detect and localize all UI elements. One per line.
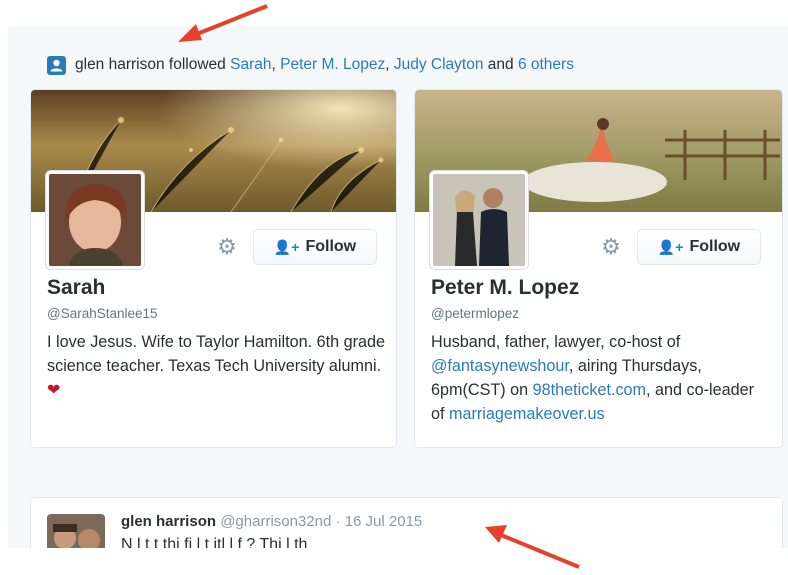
followed-link-sarah[interactable]: Sarah [230, 56, 271, 74]
add-person-icon: 👤+ [657, 238, 684, 255]
tweet-author-name[interactable]: glen harrison [121, 513, 216, 530]
bio-link-marriagemakeover[interactable]: marriagemakeover.us [449, 405, 605, 423]
profile-card-sarah[interactable]: ⚙ 👤+ Follow Sarah @SarahStanlee15 I love … [30, 89, 397, 448]
notice-actor[interactable]: glen harrison [75, 56, 165, 74]
tweet-separator: · [335, 513, 341, 530]
gear-icon[interactable]: ⚙ [215, 235, 239, 259]
follow-button[interactable]: 👤+ Follow [253, 229, 377, 265]
gear-icon[interactable]: ⚙ [599, 235, 623, 259]
tweet-header: glen harrison @gharrison32nd · 16 Jul 20… [121, 513, 422, 530]
profile-name[interactable]: Sarah [47, 276, 105, 300]
annotation-arrow [485, 525, 580, 569]
notice-verb: followed [168, 56, 226, 73]
profile-card-peter[interactable]: ⚙ 👤+ Follow Peter M. Lopez @petermlopez H… [414, 89, 783, 448]
follow-button[interactable]: 👤+ Follow [637, 229, 761, 265]
profile-handle[interactable]: @SarahStanlee15 [47, 306, 158, 321]
bio-text: Husband, father, lawyer, co-host of [431, 333, 681, 351]
followed-link-judy[interactable]: Judy Clayton [394, 56, 484, 74]
follow-label: Follow [305, 238, 357, 255]
bio-link-98theticket[interactable]: 98theticket.com [533, 381, 646, 399]
follow-label: Follow [689, 238, 741, 255]
screenshot: glen harrison followed Sarah, Peter M. L… [0, 0, 788, 575]
bio-link-fantasynewshour[interactable]: @fantasynewshour [431, 357, 569, 375]
person-icon [47, 55, 66, 75]
tweet-date[interactable]: 16 Jul 2015 [345, 513, 423, 530]
bottom-cutoff [0, 548, 788, 575]
heart-icon: ❤ [47, 381, 61, 399]
profile-bio: Husband, father, lawyer, co-host of @fan… [431, 330, 771, 426]
profile-bio: I love Jesus. Wife to Taylor Hamilton. 6… [47, 330, 387, 402]
avatar[interactable] [46, 171, 144, 269]
avatar[interactable] [430, 171, 528, 269]
follow-activity-notice: glen harrison followed Sarah, Peter M. L… [47, 54, 574, 76]
tweet-author-handle[interactable]: @gharrison32nd [220, 513, 331, 530]
annotation-arrow [178, 4, 268, 42]
others-link[interactable]: 6 others [518, 56, 574, 74]
profile-name[interactable]: Peter M. Lopez [431, 276, 579, 300]
followed-link-peter[interactable]: Peter M. Lopez [280, 56, 385, 74]
notice-and: and [487, 56, 514, 73]
bio-text: I love Jesus. Wife to Taylor Hamilton. 6… [47, 333, 385, 375]
profile-handle[interactable]: @petermlopez [431, 306, 519, 321]
add-person-icon: 👤+ [273, 238, 300, 255]
